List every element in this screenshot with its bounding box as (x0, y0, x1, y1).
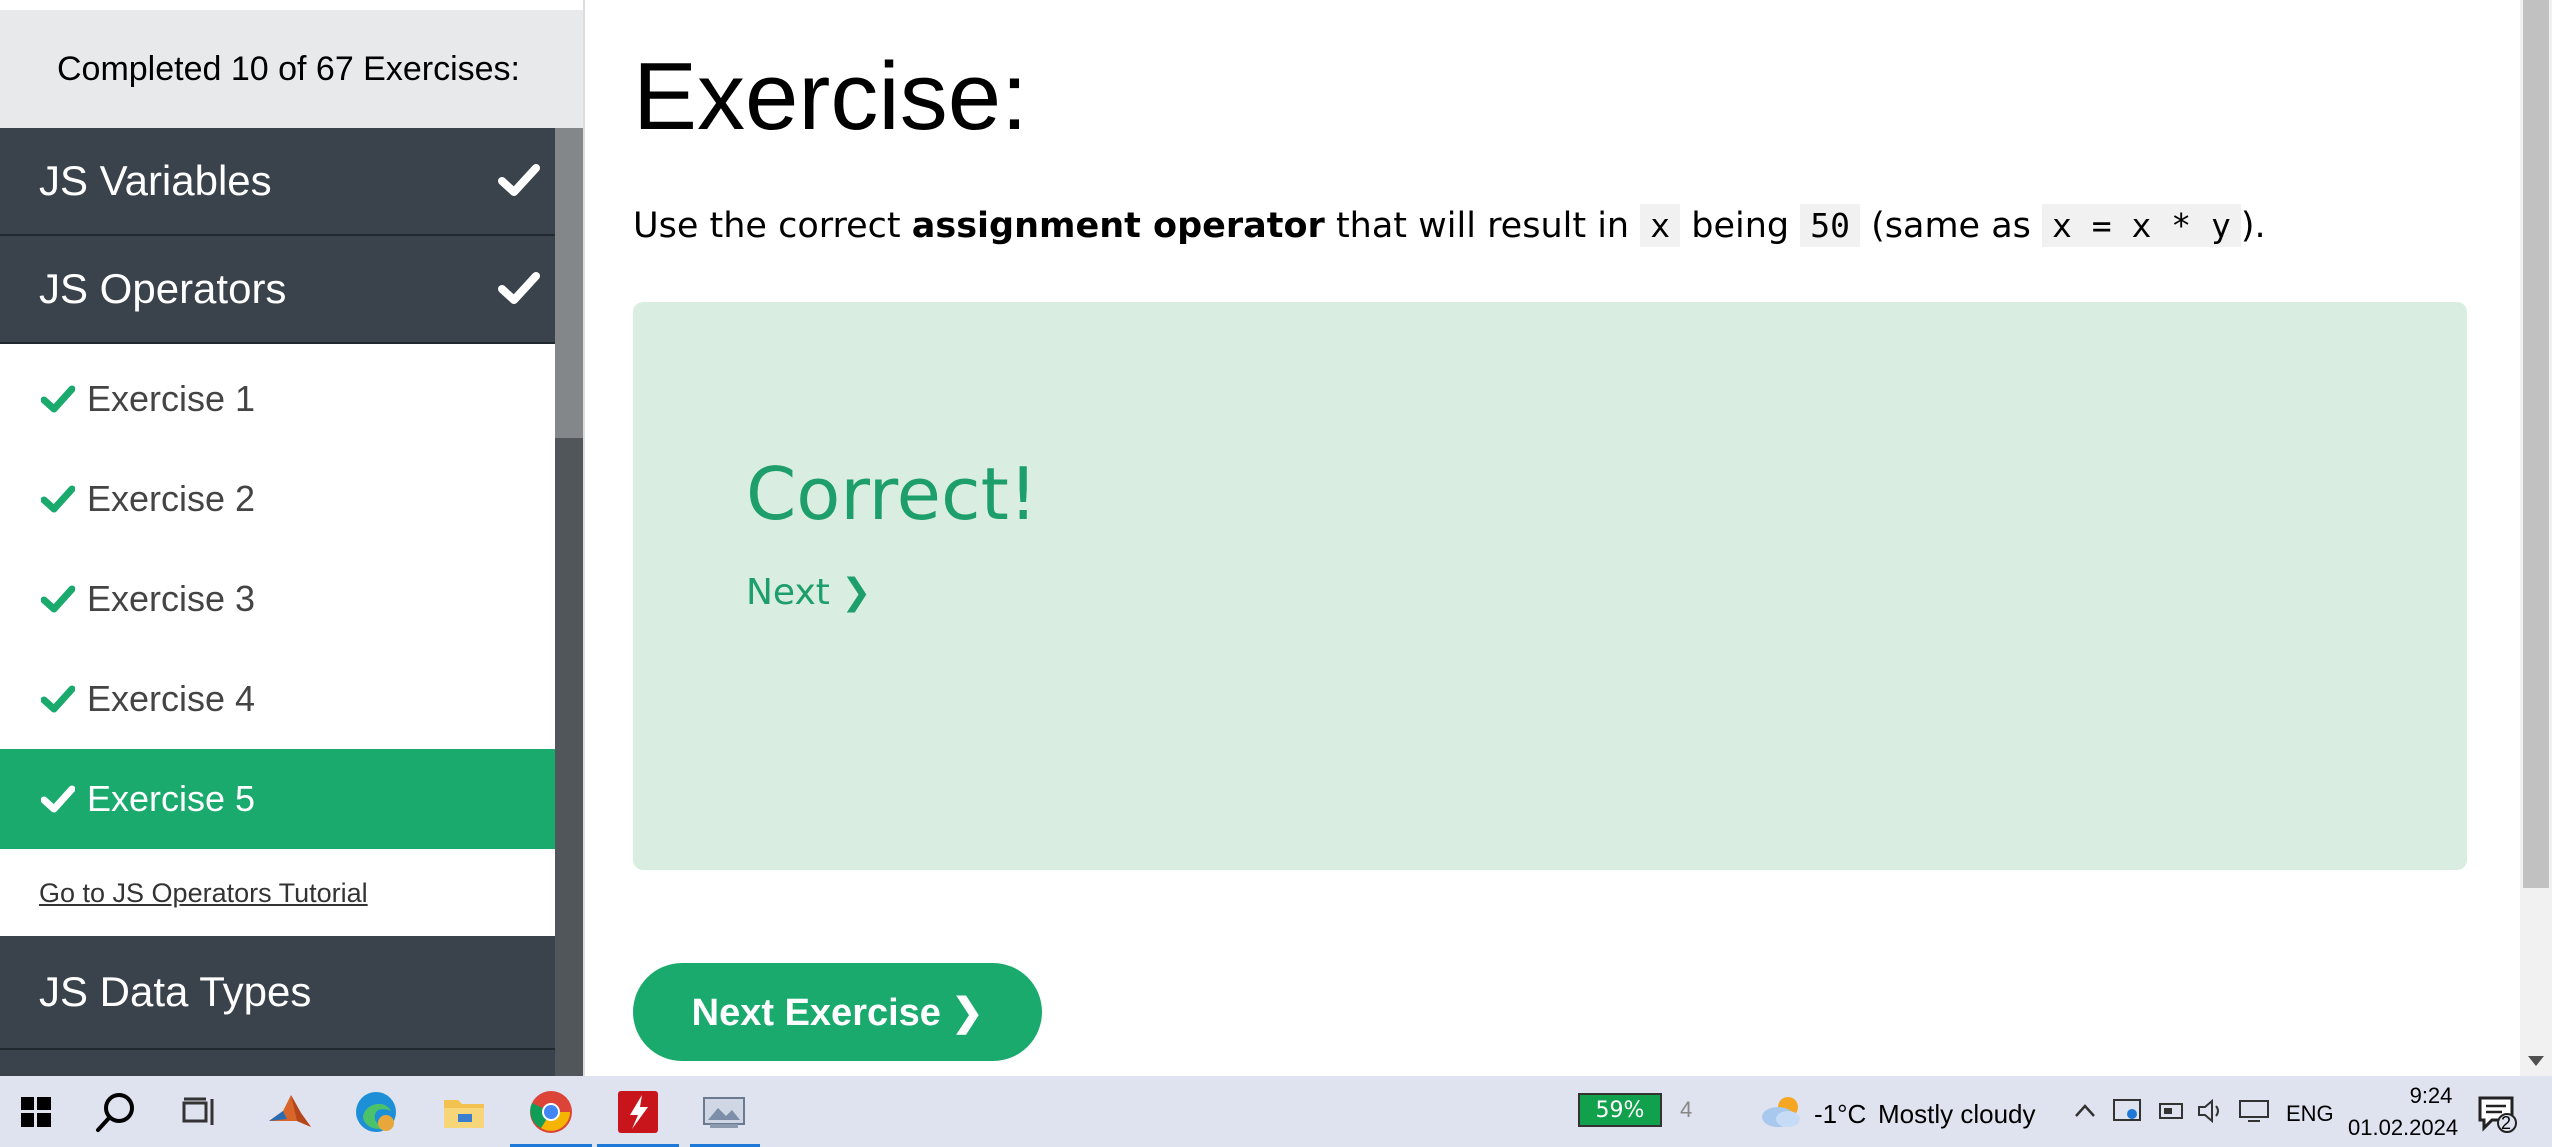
code-expression: x = x * y (2042, 204, 2241, 247)
chapter-js-data-types[interactable]: JS Data Types (0, 936, 555, 1050)
instruction-text: (same as (1860, 206, 2043, 246)
next-link[interactable]: Next ❯ (746, 572, 871, 613)
power-plug-icon[interactable] (2156, 1098, 2186, 1124)
instruction-text: being (1680, 206, 1801, 246)
check-icon (498, 164, 540, 196)
instruction-text: Use the correct (633, 206, 912, 246)
chapter-next-partial (0, 1050, 555, 1076)
exercise-label: Exercise 3 (87, 578, 256, 619)
exercise-item-4[interactable]: Exercise 4 (0, 649, 555, 749)
check-icon (498, 272, 540, 304)
network-share-icon[interactable] (2112, 1096, 2142, 1126)
chapter-js-operators[interactable]: JS Operators (0, 236, 555, 344)
weather-condition[interactable]: Mostly cloudy (1878, 1099, 2036, 1130)
battery-extra: 4 (1680, 1097, 1693, 1122)
weather-temperature[interactable]: -1°C (1814, 1099, 1866, 1130)
chapter-label: JS Variables (39, 157, 272, 204)
windows-start-icon[interactable] (8, 1084, 64, 1140)
notification-count: 2 (2501, 1113, 2512, 1133)
volume-icon[interactable] (2196, 1098, 2224, 1124)
sidebar-top-strip (0, 0, 583, 10)
code-x: x (1640, 204, 1681, 247)
scroll-down-arrow-icon[interactable] (2528, 1056, 2544, 1066)
exercise-item-3[interactable]: Exercise 3 (0, 549, 555, 649)
exercise-menu: JS Variables JS Operators Exercise 1 Exe… (0, 128, 555, 1076)
page-scrollbar-thumb[interactable] (2523, 0, 2549, 888)
edge-browser-icon[interactable] (348, 1084, 404, 1140)
tutorial-link[interactable]: Go to JS Operators Tutorial (39, 878, 368, 909)
instruction-text: ). (2240, 206, 2266, 246)
check-icon (41, 785, 75, 813)
weather-cloud-icon[interactable] (1758, 1093, 1804, 1129)
check-icon (41, 585, 75, 613)
image-viewer-icon[interactable] (696, 1084, 752, 1140)
chapter-label: JS Operators (39, 265, 287, 312)
instruction-bold: assignment operator (911, 206, 1325, 246)
clock-date[interactable]: 01.02.2024 (2348, 1115, 2458, 1141)
exercise-label: Exercise 5 (87, 778, 256, 819)
exercise-item-2[interactable]: Exercise 2 (0, 449, 555, 549)
exercise-label: Exercise 4 (87, 678, 256, 719)
exercise-item-5[interactable]: Exercise 5 (0, 749, 555, 849)
exercise-label: Exercise 2 (87, 478, 256, 519)
sidebar-scrollbar-thumb[interactable] (555, 128, 583, 438)
code-50: 50 (1800, 204, 1860, 247)
correct-heading: Correct! (746, 452, 1038, 536)
chapter-label: JS Data Types (39, 968, 312, 1015)
page-title: Exercise: (633, 43, 1028, 150)
file-explorer-icon[interactable] (436, 1084, 492, 1140)
notification-icon[interactable] (2476, 1094, 2518, 1134)
page-scrollbar[interactable] (2520, 0, 2552, 1076)
matlab-icon[interactable] (262, 1084, 318, 1140)
battery-indicator[interactable]: 59% (1578, 1093, 1662, 1127)
chrome-browser-icon[interactable] (523, 1084, 579, 1140)
check-icon (41, 685, 75, 713)
progress-text: Completed 10 of 67 Exercises: (0, 10, 583, 128)
check-icon (41, 385, 75, 413)
clock-time[interactable]: 9:24 (2376, 1083, 2486, 1109)
language-indicator[interactable]: ENG (2286, 1101, 2334, 1127)
sidebar: Completed 10 of 67 Exercises: JS Variabl… (0, 0, 583, 1076)
next-exercise-button[interactable]: Next Exercise ❯ (633, 963, 1042, 1061)
task-view-icon[interactable] (172, 1084, 228, 1140)
chapter-js-variables[interactable]: JS Variables (0, 128, 555, 236)
check-icon (41, 485, 75, 513)
display-icon[interactable] (2238, 1098, 2270, 1124)
instruction-text: that will result in (1324, 206, 1641, 246)
search-icon[interactable] (88, 1084, 144, 1140)
result-panel: Correct! Next ❯ (633, 302, 2467, 870)
flash-app-icon[interactable] (610, 1084, 666, 1140)
main-content: Exercise: Use the correct assignment ope… (585, 0, 2520, 1076)
exercise-item-1[interactable]: Exercise 1 (0, 349, 555, 449)
exercise-label: Exercise 1 (87, 378, 256, 419)
exercise-instruction: Use the correct assignment operator that… (633, 204, 2266, 247)
chevron-up-icon[interactable] (2074, 1102, 2096, 1118)
